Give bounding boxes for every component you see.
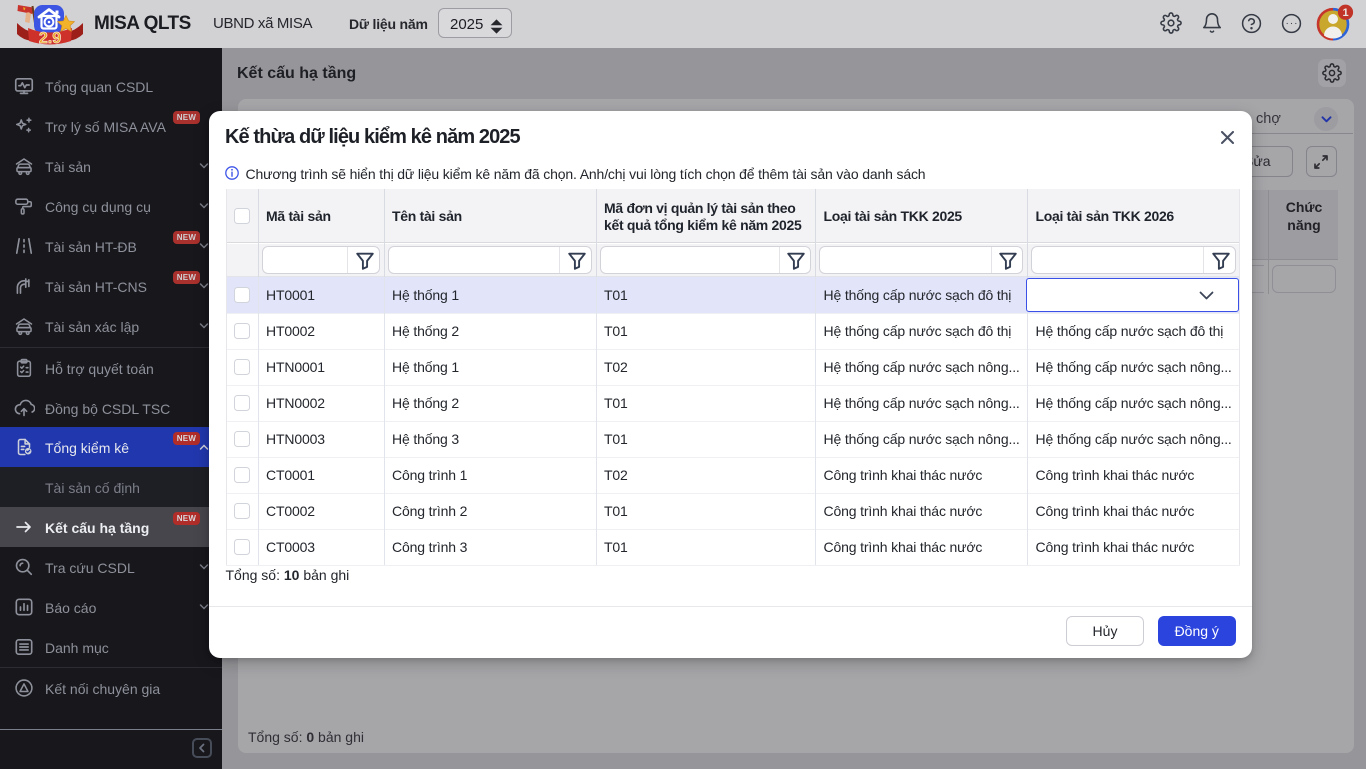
svg-text:2.9: 2.9: [39, 30, 61, 46]
svg-text:1: 1: [1342, 7, 1348, 19]
